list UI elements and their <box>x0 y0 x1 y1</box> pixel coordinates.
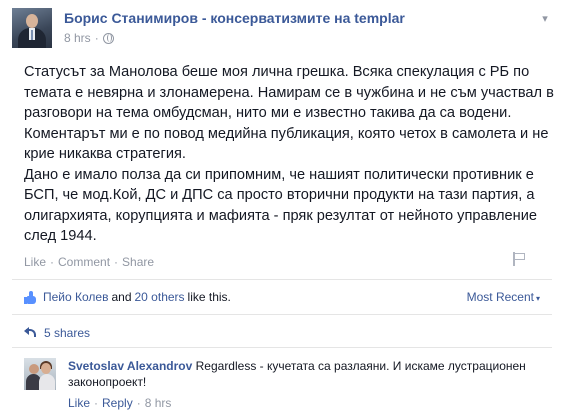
comment-like-button[interactable]: Like <box>68 396 90 410</box>
post-author-line: Борис Станимиров - консерватизмите на te… <box>64 10 405 26</box>
shares-link[interactable]: 5 shares <box>24 326 90 340</box>
chevron-down-icon[interactable]: ▾ <box>538 12 552 25</box>
caret-down-icon: ▾ <box>535 294 540 303</box>
sort-label: Most Recent <box>466 290 534 304</box>
share-button[interactable]: Share <box>122 255 154 269</box>
sort-dropdown[interactable]: Most Recent ▾ <box>467 290 540 304</box>
like-button[interactable]: Like <box>24 255 46 269</box>
comment-body: Svetoslav Alexandrov Regardless - кучета… <box>68 358 538 390</box>
post-actions: Like · Comment · Share <box>24 255 154 269</box>
share-icon <box>24 327 38 339</box>
divider <box>12 279 552 280</box>
shares-count: 5 shares <box>44 326 91 340</box>
likes-summary: Пейо Колев and 20 others like this. Most… <box>24 290 540 304</box>
globe-icon[interactable] <box>102 32 114 44</box>
commenter-name-link[interactable]: Svetoslav Alexandrov <box>68 359 192 373</box>
action-dot: · <box>50 255 55 269</box>
author-separator: - <box>197 10 211 26</box>
flag-icon[interactable] <box>512 252 526 266</box>
thumbs-up-icon <box>24 290 37 304</box>
post-paragraph-2: Дано е имало полза да си припомним, че н… <box>24 166 537 245</box>
comment-button[interactable]: Comment <box>58 255 110 269</box>
post-body: Статусът за Манолова беше моя лична греш… <box>24 62 554 247</box>
post-paragraph-1: Статусът за Манолова беше моя лична греш… <box>24 64 554 162</box>
post-header: Борис Станимиров - консерватизмите на te… <box>12 8 552 52</box>
comment-reply-button[interactable]: Reply <box>102 396 133 410</box>
others-link[interactable]: 20 others <box>135 290 185 304</box>
author-name-link[interactable]: Борис Станимиров <box>64 10 198 26</box>
likes-and-text: and <box>111 290 132 304</box>
meta-dot: · <box>94 31 99 45</box>
divider <box>12 347 552 348</box>
post-meta: 8 hrs · <box>64 31 114 45</box>
divider <box>12 314 552 315</box>
page-name-link[interactable]: консерватизмите на templar <box>210 10 404 26</box>
comment-action-dot: · <box>94 396 99 410</box>
comment-actions: Like · Reply · 8 hrs <box>68 396 171 410</box>
action-dot: · <box>114 255 119 269</box>
comment-action-dot: · <box>136 396 141 410</box>
author-avatar[interactable] <box>12 8 52 48</box>
comment-timestamp[interactable]: 8 hrs <box>145 396 172 410</box>
post-timestamp[interactable]: 8 hrs <box>64 31 91 45</box>
liker-name-link[interactable]: Пейо Колев <box>43 290 108 304</box>
commenter-avatar[interactable] <box>24 358 56 390</box>
likes-suffix: like this. <box>187 290 231 304</box>
